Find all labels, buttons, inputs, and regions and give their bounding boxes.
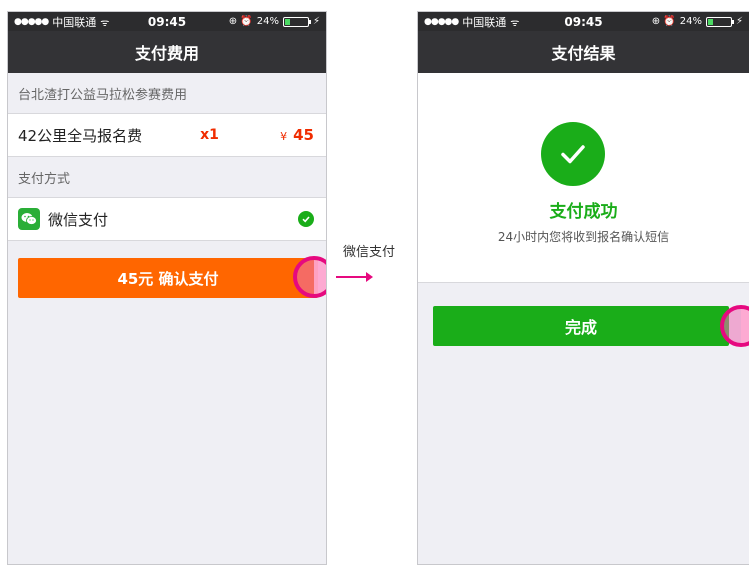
arrow-right-icon xyxy=(336,272,373,282)
confirm-payment-button[interactable]: 45元 确认支付 xyxy=(18,258,318,298)
page-title: 支付结果 xyxy=(418,31,749,73)
item-price: ¥ 45 xyxy=(280,126,314,144)
flow-diagram: ●●●●● 中国联通 ᯤ 09:45 ⊕ ⏰ 24% ⚡ 支付费用 台北渣打公益… xyxy=(0,0,749,579)
battery-fill xyxy=(284,18,290,25)
success-check-icon xyxy=(541,122,605,186)
order-item-row: 42公里全马报名费 x1 ¥ 45 xyxy=(8,113,326,157)
success-subtitle: 24小时内您将收到报名确认短信 xyxy=(497,230,670,244)
status-bar: ●●●●● 中国联通 ᯤ 09:45 ⊕ ⏰ 24% ⚡ xyxy=(8,12,326,31)
currency-symbol: ¥ xyxy=(280,130,288,143)
event-name: 台北渣打公益马拉松参赛费用 xyxy=(18,87,188,103)
item-name: 42公里全马报名费 xyxy=(18,126,143,145)
status-time: 09:45 xyxy=(564,14,603,29)
success-title: 支付成功 xyxy=(549,202,618,222)
selected-check-icon xyxy=(298,211,314,227)
page-title: 支付费用 xyxy=(8,31,326,73)
price-value: 45 xyxy=(293,126,314,144)
payment-method-name: 微信支付 xyxy=(48,210,109,229)
payment-result-screen: ●●●●● 中国联通 ᯤ 09:45 ⊕ ⏰ 24% ⚡ 支付结果 支付成功 2… xyxy=(417,11,749,565)
battery-icon xyxy=(705,16,734,27)
payment-screen: ●●●●● 中国联通 ᯤ 09:45 ⊕ ⏰ 24% ⚡ 支付费用 台北渣打公益… xyxy=(7,11,327,565)
payment-method-row[interactable]: 微信支付 xyxy=(8,197,326,241)
status-bar: ●●●●● 中国联通 ᯤ 09:45 ⊕ ⏰ 24% ⚡ xyxy=(418,12,749,31)
wechat-icon xyxy=(18,208,40,230)
done-button[interactable]: 完成 xyxy=(433,306,729,346)
payment-section-label: 支付方式 xyxy=(18,171,71,187)
item-quantity: x1 xyxy=(200,127,219,143)
battery-fill xyxy=(707,18,713,25)
flow-label: 微信支付 xyxy=(343,245,396,260)
success-panel: 支付成功 24小时内您将收到报名确认短信 xyxy=(418,73,749,283)
tap-indicator xyxy=(293,256,326,298)
battery-icon xyxy=(282,16,311,27)
status-time: 09:45 xyxy=(147,14,187,29)
